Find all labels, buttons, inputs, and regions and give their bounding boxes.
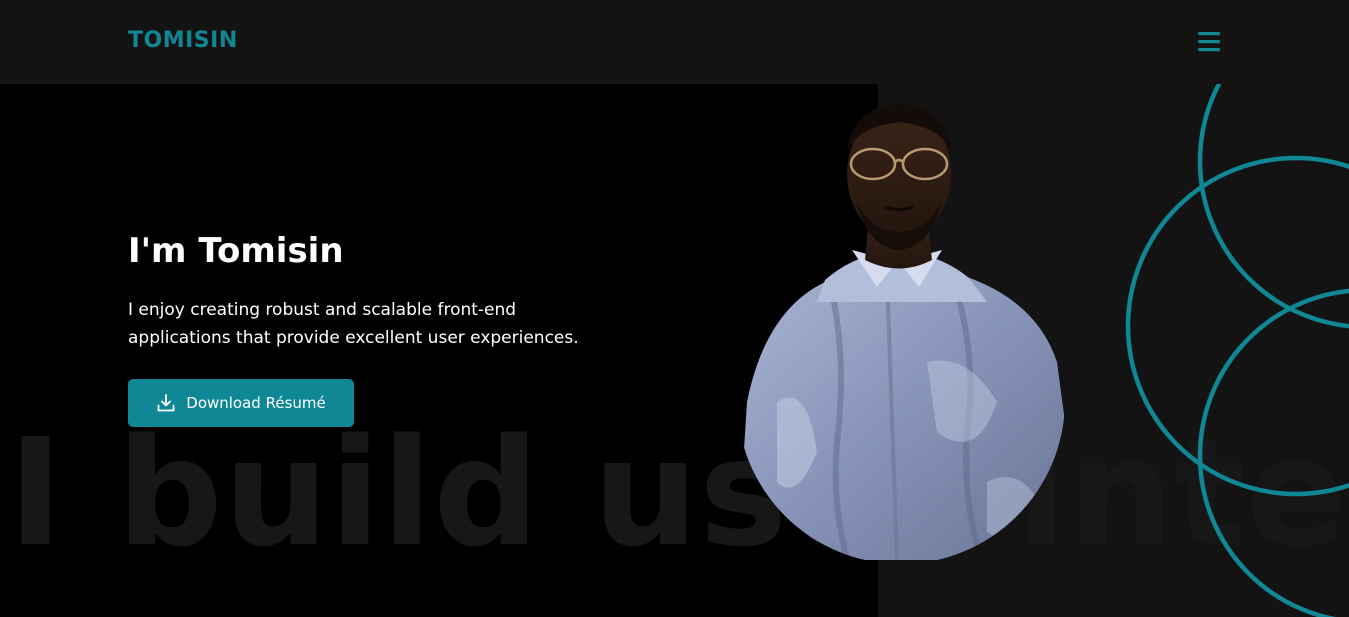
logo[interactable]: TOMISIN <box>128 27 238 55</box>
download-icon <box>156 393 176 413</box>
hero-title: I'm Tomisin <box>128 231 344 271</box>
download-resume-label: Download Résumé <box>186 394 326 412</box>
navbar: TOMISIN <box>0 0 1349 84</box>
hero-description: I enjoy creating robust and scalable fro… <box>128 300 579 348</box>
hamburger-menu-icon[interactable] <box>1196 29 1224 55</box>
background-text: I build user interfaces <box>8 407 1349 579</box>
hero-section: I build user interfaces I build user int… <box>0 84 1349 617</box>
download-resume-button[interactable]: Download Résumé <box>128 379 354 427</box>
profile-photo <box>737 104 1065 560</box>
